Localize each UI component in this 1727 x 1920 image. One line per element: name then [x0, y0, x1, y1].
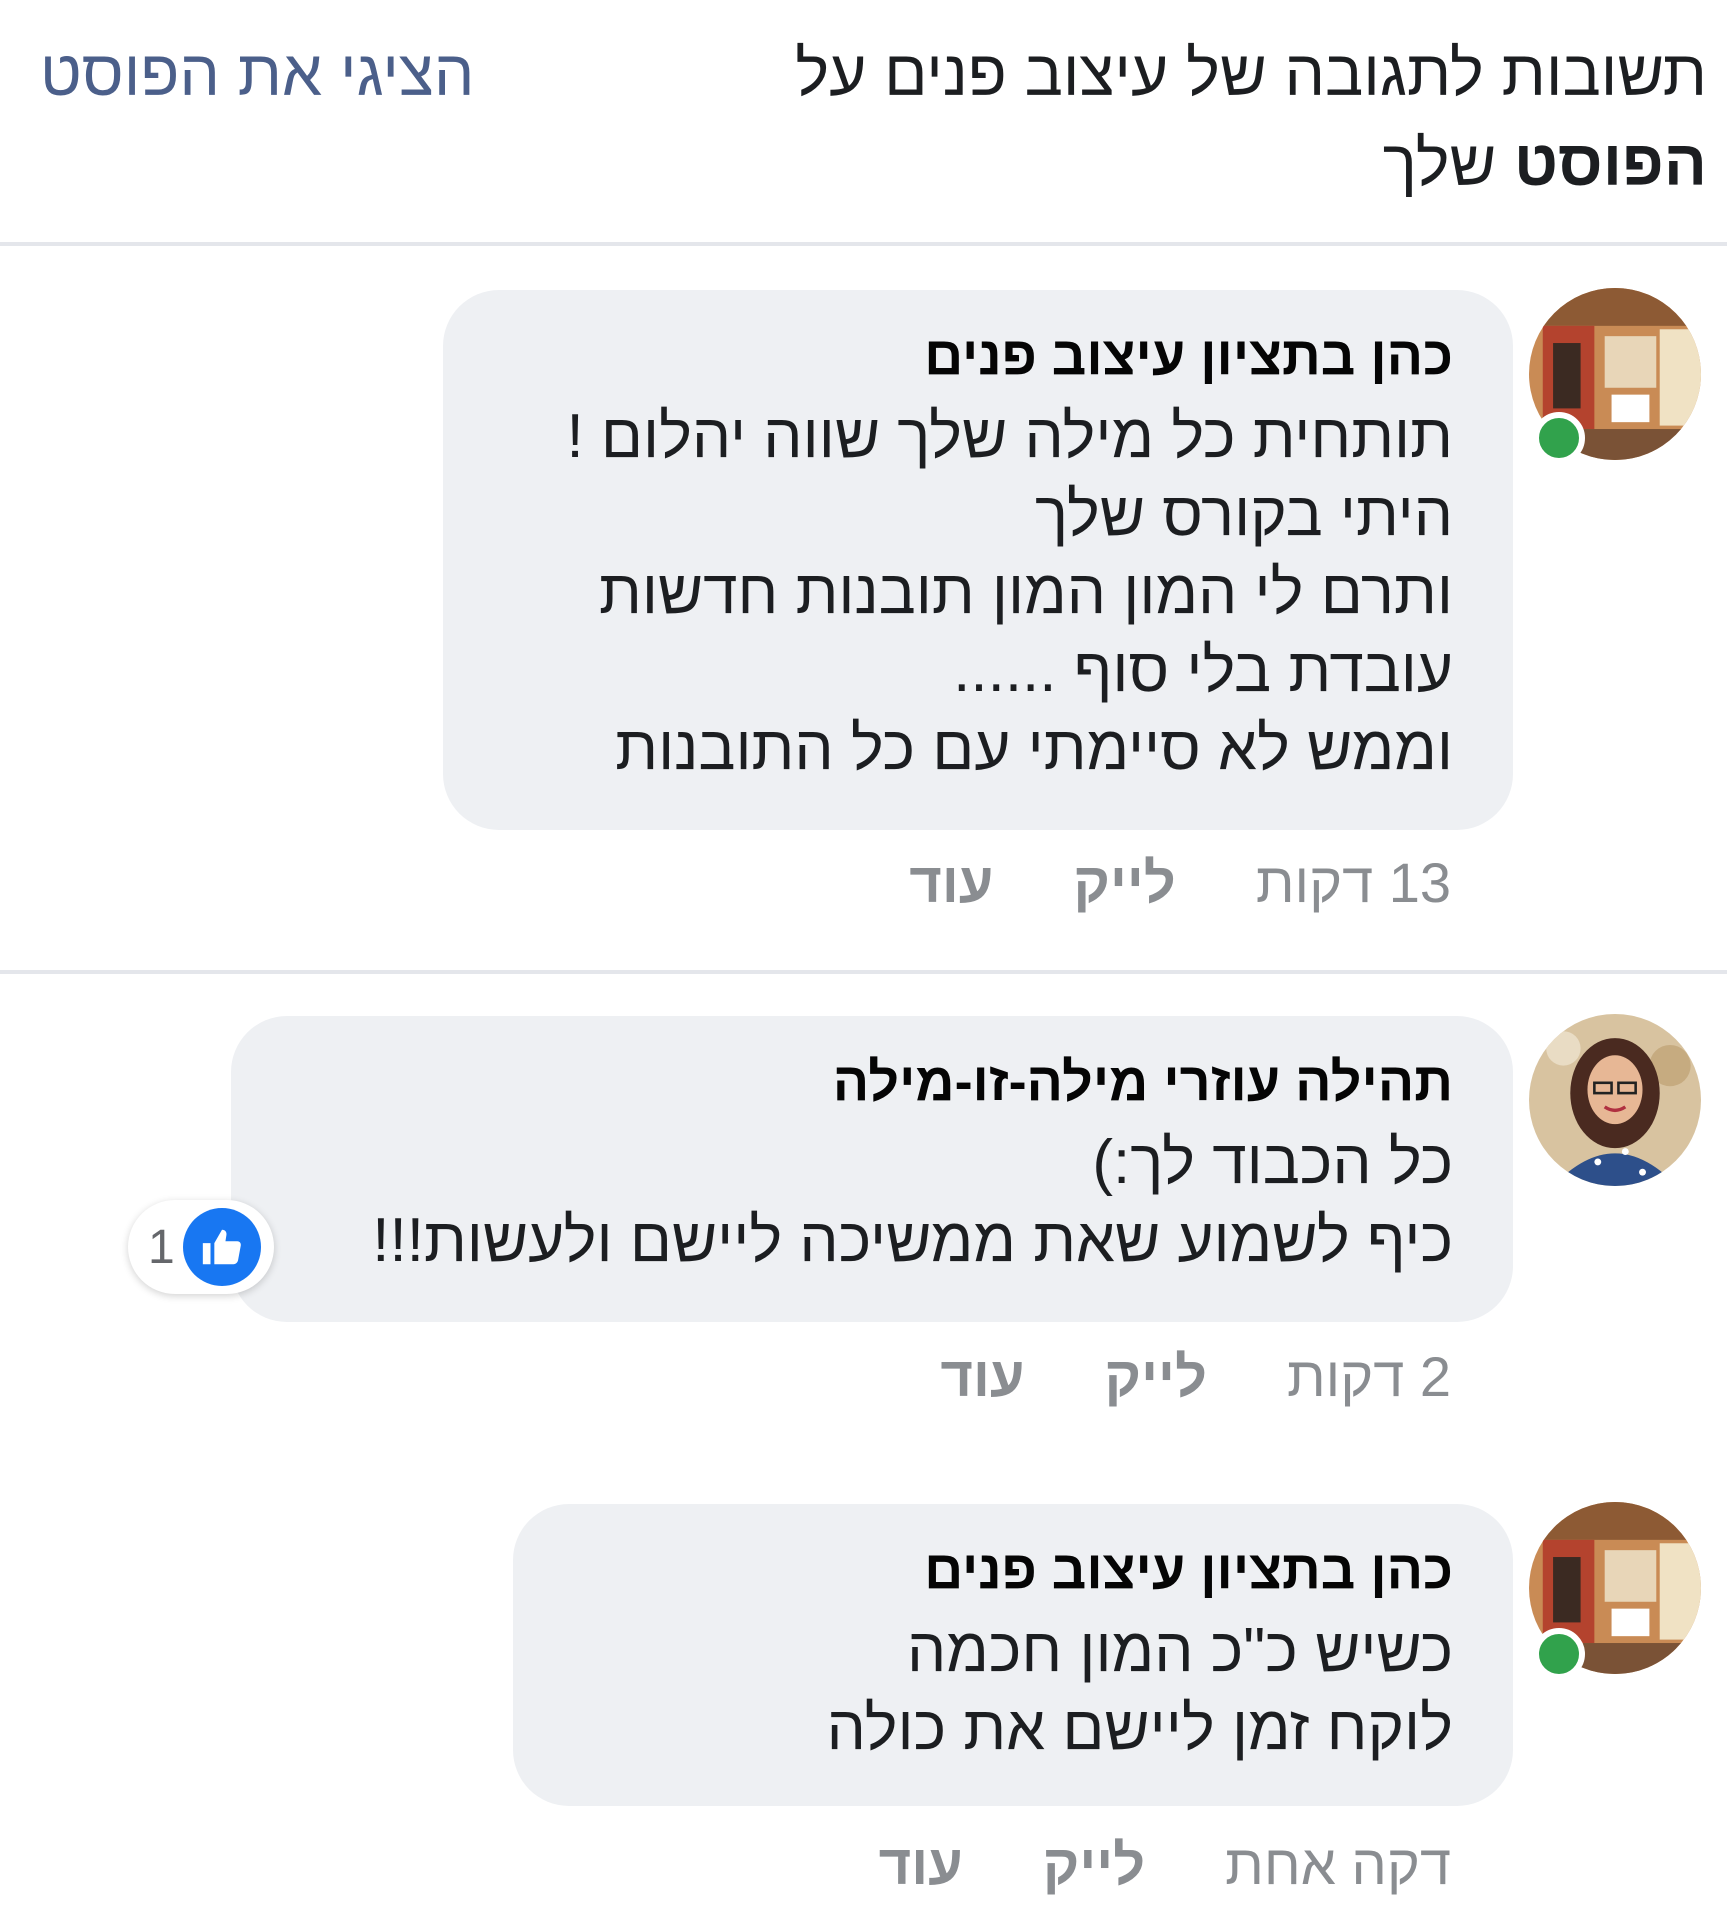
reaction-count: 1 [148, 1220, 175, 1274]
comment-line: עובדת בלי סוף ...... [953, 636, 1453, 705]
comment-author[interactable]: כהן בתציון עיצוב פנים [563, 1528, 1453, 1612]
comment-line: כל הכבוד לך:) [1092, 1128, 1453, 1197]
page-title: תשובות לתגובה של עיצוב פנים על הפוסט שלך [727, 28, 1707, 208]
like-button[interactable]: לייק [1043, 1830, 1145, 1900]
show-post-link[interactable]: הציגי את הפוסט [40, 28, 474, 118]
like-button[interactable]: לייק [1073, 848, 1175, 918]
comment-line: כיף לשמוע שאת ממשיכה ליישם ולעשות!!! [372, 1206, 1453, 1275]
comment-timestamp[interactable]: דקה אחת [1225, 1830, 1451, 1900]
replies-header: תשובות לתגובה של עיצוב פנים על הפוסט שלך… [0, 0, 1727, 246]
more-button[interactable]: עוד [879, 1830, 963, 1900]
comment-line: כשיש כ"כ המון חכמה [906, 1616, 1453, 1685]
title-bold-word: הפוסט [1514, 127, 1707, 199]
reaction-summary[interactable]: 1 [128, 1200, 274, 1294]
more-button[interactable]: עוד [909, 848, 993, 918]
divider [0, 970, 1727, 974]
more-button[interactable]: עוד [940, 1342, 1024, 1412]
comment-author[interactable]: כהן בתציון עיצוב פנים [493, 314, 1453, 398]
comment-bubble[interactable]: כהן בתציון עיצוב פנים כשיש כ"כ המון חכמה… [513, 1504, 1513, 1806]
online-status-dot [1533, 412, 1585, 464]
comment-bubble[interactable]: כהן בתציון עיצוב פנים תותחית כל מילה שלך… [443, 290, 1513, 830]
comment-line: תותחית כל מילה שלך שווה יהלום ! [566, 402, 1453, 471]
profile-photo-icon [1529, 1014, 1701, 1186]
comment-actions: דקה אחת לייק עוד [879, 1830, 1451, 1900]
comment-line: היתי בקורס שלך [1035, 480, 1453, 549]
comment-line: לוקח זמן ליישם את כולה [826, 1694, 1453, 1763]
comment-bubble[interactable]: תהילה עוזרי מילה-זו-מילה כל הכבוד לך:) כ… [231, 1016, 1513, 1322]
like-button[interactable]: לייק [1105, 1342, 1207, 1412]
comment-actions: 2 דקות לייק עוד [940, 1342, 1451, 1412]
comment-line: ותרם לי המון המון תובנות חדשות [598, 558, 1453, 627]
thumbs-up-icon [182, 1208, 261, 1286]
comment-actions: 13 דקות לייק עוד [909, 848, 1451, 918]
title-line-1: תשובות לתגובה של עיצוב פנים על [795, 37, 1707, 109]
comment-timestamp[interactable]: 2 דקות [1287, 1342, 1451, 1412]
comment-author[interactable]: תהילה עוזרי מילה-זו-מילה [281, 1040, 1453, 1124]
avatar[interactable] [1529, 1014, 1701, 1186]
online-status-dot [1533, 1628, 1585, 1680]
title-rest: שלך [1382, 127, 1514, 199]
comment-timestamp[interactable]: 13 דקות [1256, 848, 1451, 918]
comment-line: וממש לא סיימתי עם כל התובנות [615, 714, 1453, 783]
